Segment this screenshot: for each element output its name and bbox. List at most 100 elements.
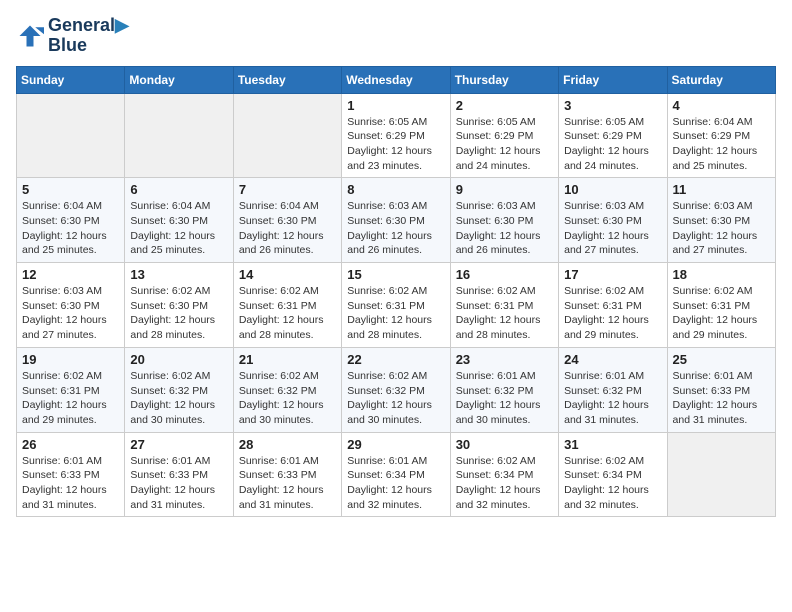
calendar-cell: 26 Sunrise: 6:01 AMSunset: 6:33 PMDayligh… <box>17 432 125 517</box>
day-number: 5 <box>22 182 119 197</box>
day-number: 24 <box>564 352 661 367</box>
day-number: 1 <box>347 98 444 113</box>
day-info: Sunrise: 6:03 AMSunset: 6:30 PMDaylight:… <box>456 199 553 258</box>
calendar-cell <box>17 93 125 178</box>
day-info: Sunrise: 6:01 AMSunset: 6:33 PMDaylight:… <box>130 454 227 513</box>
day-number: 20 <box>130 352 227 367</box>
day-info: Sunrise: 6:05 AMSunset: 6:29 PMDaylight:… <box>564 115 661 174</box>
calendar-cell: 30 Sunrise: 6:02 AMSunset: 6:34 PMDayligh… <box>450 432 558 517</box>
day-number: 18 <box>673 267 770 282</box>
calendar-cell: 19 Sunrise: 6:02 AMSunset: 6:31 PMDayligh… <box>17 347 125 432</box>
calendar-cell: 4Sunrise: 6:04 AMSunset: 6:29 PMDaylight… <box>667 93 775 178</box>
day-number: 26 <box>22 437 119 452</box>
day-number: 25 <box>673 352 770 367</box>
logo-icon <box>16 22 44 50</box>
calendar-cell <box>125 93 233 178</box>
calendar-cell: 24 Sunrise: 6:01 AMSunset: 6:32 PMDayligh… <box>559 347 667 432</box>
calendar-cell: 8 Sunrise: 6:03 AMSunset: 6:30 PMDaylight… <box>342 178 450 263</box>
day-info: Sunrise: 6:01 AMSunset: 6:33 PMDaylight:… <box>22 454 119 513</box>
day-info: Sunrise: 6:02 AMSunset: 6:34 PMDaylight:… <box>456 454 553 513</box>
day-info: Sunrise: 6:03 AMSunset: 6:30 PMDaylight:… <box>673 199 770 258</box>
day-info: Sunrise: 6:03 AMSunset: 6:30 PMDaylight:… <box>347 199 444 258</box>
calendar-cell: 1 Sunrise: 6:05 AMSunset: 6:29 PMDaylight… <box>342 93 450 178</box>
day-number: 17 <box>564 267 661 282</box>
day-number: 8 <box>347 182 444 197</box>
day-info: Sunrise: 6:02 AMSunset: 6:31 PMDaylight:… <box>456 284 553 343</box>
calendar-cell: 29Sunrise: 6:01 AMSunset: 6:34 PMDayligh… <box>342 432 450 517</box>
page-header: General▶ Blue <box>16 16 776 56</box>
calendar-week-row: 19 Sunrise: 6:02 AMSunset: 6:31 PMDayligh… <box>17 347 776 432</box>
calendar-cell: 6Sunrise: 6:04 AMSunset: 6:30 PMDaylight… <box>125 178 233 263</box>
calendar-cell: 15 Sunrise: 6:02 AMSunset: 6:31 PMDayligh… <box>342 263 450 348</box>
day-info: Sunrise: 6:02 AMSunset: 6:32 PMDaylight:… <box>130 369 227 428</box>
day-number: 15 <box>347 267 444 282</box>
day-number: 16 <box>456 267 553 282</box>
day-info: Sunrise: 6:02 AMSunset: 6:31 PMDaylight:… <box>22 369 119 428</box>
weekday-header: Thursday <box>450 66 558 93</box>
calendar-cell: 7 Sunrise: 6:04 AMSunset: 6:30 PMDaylight… <box>233 178 341 263</box>
calendar-cell: 12Sunrise: 6:03 AMSunset: 6:30 PMDayligh… <box>17 263 125 348</box>
day-info: Sunrise: 6:01 AMSunset: 6:32 PMDaylight:… <box>564 369 661 428</box>
day-number: 14 <box>239 267 336 282</box>
calendar-cell: 18Sunrise: 6:02 AMSunset: 6:31 PMDayligh… <box>667 263 775 348</box>
day-number: 3 <box>564 98 661 113</box>
calendar-cell: 17 Sunrise: 6:02 AMSunset: 6:31 PMDayligh… <box>559 263 667 348</box>
weekday-header: Friday <box>559 66 667 93</box>
calendar-header: SundayMondayTuesdayWednesdayThursdayFrid… <box>17 66 776 93</box>
calendar-cell: 14 Sunrise: 6:02 AMSunset: 6:31 PMDayligh… <box>233 263 341 348</box>
day-number: 31 <box>564 437 661 452</box>
weekday-header: Monday <box>125 66 233 93</box>
calendar-cell <box>233 93 341 178</box>
day-info: Sunrise: 6:02 AMSunset: 6:32 PMDaylight:… <box>239 369 336 428</box>
day-info: Sunrise: 6:02 AMSunset: 6:30 PMDaylight:… <box>130 284 227 343</box>
day-number: 7 <box>239 182 336 197</box>
day-number: 22 <box>347 352 444 367</box>
logo: General▶ Blue <box>16 16 129 56</box>
calendar-week-row: 12Sunrise: 6:03 AMSunset: 6:30 PMDayligh… <box>17 263 776 348</box>
calendar-cell: 27 Sunrise: 6:01 AMSunset: 6:33 PMDayligh… <box>125 432 233 517</box>
day-info: Sunrise: 6:04 AMSunset: 6:30 PMDaylight:… <box>130 199 227 258</box>
weekday-header: Sunday <box>17 66 125 93</box>
calendar-cell: 10Sunrise: 6:03 AMSunset: 6:30 PMDayligh… <box>559 178 667 263</box>
day-number: 19 <box>22 352 119 367</box>
calendar-cell: 25 Sunrise: 6:01 AMSunset: 6:33 PMDayligh… <box>667 347 775 432</box>
calendar-cell: 31Sunrise: 6:02 AMSunset: 6:34 PMDayligh… <box>559 432 667 517</box>
day-number: 30 <box>456 437 553 452</box>
day-info: Sunrise: 6:02 AMSunset: 6:31 PMDaylight:… <box>347 284 444 343</box>
day-info: Sunrise: 6:01 AMSunset: 6:33 PMDaylight:… <box>673 369 770 428</box>
calendar-week-row: 26 Sunrise: 6:01 AMSunset: 6:33 PMDayligh… <box>17 432 776 517</box>
day-info: Sunrise: 6:04 AMSunset: 6:30 PMDaylight:… <box>239 199 336 258</box>
day-number: 28 <box>239 437 336 452</box>
day-number: 10 <box>564 182 661 197</box>
day-info: Sunrise: 6:05 AMSunset: 6:29 PMDaylight:… <box>347 115 444 174</box>
day-number: 12 <box>22 267 119 282</box>
calendar-cell <box>667 432 775 517</box>
day-number: 2 <box>456 98 553 113</box>
day-number: 4 <box>673 98 770 113</box>
calendar-cell: 9 Sunrise: 6:03 AMSunset: 6:30 PMDaylight… <box>450 178 558 263</box>
day-number: 27 <box>130 437 227 452</box>
calendar-cell: 20 Sunrise: 6:02 AMSunset: 6:32 PMDayligh… <box>125 347 233 432</box>
day-info: Sunrise: 6:02 AMSunset: 6:31 PMDaylight:… <box>564 284 661 343</box>
day-number: 29 <box>347 437 444 452</box>
day-number: 11 <box>673 182 770 197</box>
calendar-cell: 21 Sunrise: 6:02 AMSunset: 6:32 PMDayligh… <box>233 347 341 432</box>
day-info: Sunrise: 6:02 AMSunset: 6:31 PMDaylight:… <box>239 284 336 343</box>
calendar-cell: 23Sunrise: 6:01 AMSunset: 6:32 PMDayligh… <box>450 347 558 432</box>
calendar-week-row: 5 Sunrise: 6:04 AMSunset: 6:30 PMDaylight… <box>17 178 776 263</box>
calendar-cell: 16 Sunrise: 6:02 AMSunset: 6:31 PMDayligh… <box>450 263 558 348</box>
day-info: Sunrise: 6:05 AMSunset: 6:29 PMDaylight:… <box>456 115 553 174</box>
calendar-cell: 13Sunrise: 6:02 AMSunset: 6:30 PMDayligh… <box>125 263 233 348</box>
calendar-cell: 3 Sunrise: 6:05 AMSunset: 6:29 PMDaylight… <box>559 93 667 178</box>
calendar-cell: 5 Sunrise: 6:04 AMSunset: 6:30 PMDaylight… <box>17 178 125 263</box>
weekday-header: Wednesday <box>342 66 450 93</box>
day-info: Sunrise: 6:01 AMSunset: 6:32 PMDaylight:… <box>456 369 553 428</box>
logo-text: General▶ Blue <box>48 16 129 56</box>
calendar-table: SundayMondayTuesdayWednesdayThursdayFrid… <box>16 66 776 518</box>
calendar-cell: 22Sunrise: 6:02 AMSunset: 6:32 PMDayligh… <box>342 347 450 432</box>
calendar-body: 1 Sunrise: 6:05 AMSunset: 6:29 PMDaylight… <box>17 93 776 517</box>
day-info: Sunrise: 6:04 AMSunset: 6:30 PMDaylight:… <box>22 199 119 258</box>
day-number: 9 <box>456 182 553 197</box>
day-number: 21 <box>239 352 336 367</box>
calendar-cell: 11 Sunrise: 6:03 AMSunset: 6:30 PMDayligh… <box>667 178 775 263</box>
